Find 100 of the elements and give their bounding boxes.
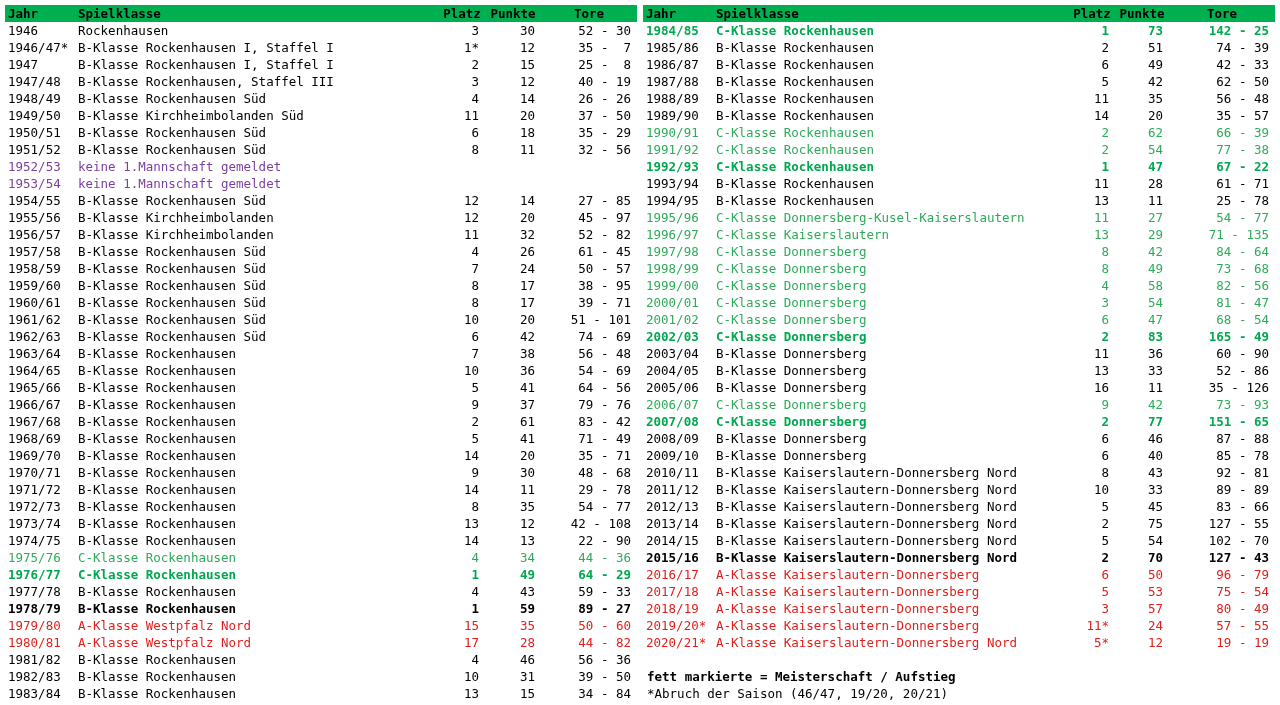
table-cell-text: 41 bbox=[518, 430, 536, 447]
table-cell-text: 62 - 50 bbox=[1215, 73, 1270, 90]
table-cell-text: 2018/19 bbox=[645, 600, 700, 617]
table-cell-text: 151 - 65 bbox=[1207, 413, 1270, 430]
table-cell-text: 56 - 48 bbox=[1215, 90, 1270, 107]
table-cell-text: 1978/79 bbox=[7, 600, 62, 617]
table-cell-text: 34 bbox=[518, 549, 536, 566]
table-cell-text: 3 bbox=[470, 73, 480, 90]
table-cell-text: 6 bbox=[1100, 447, 1110, 464]
column-header: Punkte bbox=[1118, 5, 1166, 22]
table-cell-text: 12 bbox=[462, 209, 480, 226]
table-cell-text: 3 bbox=[1100, 294, 1110, 311]
table-cell-text: B-Klasse Donnersberg bbox=[715, 447, 868, 464]
table-cell-text: 35 bbox=[518, 498, 536, 515]
table-cell-text: 1946/47* bbox=[7, 39, 70, 56]
table-cell-text: 42 - 33 bbox=[1215, 56, 1270, 73]
table-cell-text: 42 bbox=[1146, 396, 1164, 413]
table-cell-text: 2006/07 bbox=[645, 396, 700, 413]
table-cell-text: 11 bbox=[462, 107, 480, 124]
table-cell-text: 85 - 78 bbox=[1215, 447, 1270, 464]
table-cell-text: 46 bbox=[518, 651, 536, 668]
table-cell-text: 34 - 84 bbox=[577, 685, 632, 702]
table-cell-text: B-Klasse Rockenhausen I, Staffel I bbox=[77, 56, 335, 73]
table-cell-text: B-Klasse Rockenhausen bbox=[715, 90, 876, 107]
table-cell-text: 1 bbox=[470, 566, 480, 583]
table-cell-text: 1992/93 bbox=[645, 158, 700, 175]
table-cell-text: 46 bbox=[1146, 430, 1164, 447]
table-cell-text: 1950/51 bbox=[7, 124, 62, 141]
table-cell-text: 68 - 54 bbox=[1215, 311, 1270, 328]
table-cell-text: 20 bbox=[518, 107, 536, 124]
table-cell-text: A-Klasse Kaiserslautern-Donnersberg bbox=[715, 566, 981, 583]
table-cell-text: B-Klasse Kaiserslautern-Donnersberg Nord bbox=[715, 532, 1019, 549]
table-cell-text: 43 bbox=[1146, 464, 1164, 481]
table-cell-text: 1985/86 bbox=[645, 39, 700, 56]
table-cell-text: 1962/63 bbox=[7, 328, 62, 345]
table-cell-text: 12 bbox=[1146, 634, 1164, 651]
table-cell-text: 1990/91 bbox=[645, 124, 700, 141]
table-cell-text: 73 - 68 bbox=[1215, 260, 1270, 277]
table-cell-text: 71 - 49 bbox=[577, 430, 632, 447]
table-cell-text: B-Klasse Rockenhausen bbox=[77, 685, 238, 702]
table-cell-text: 1980/81 bbox=[7, 634, 62, 651]
table-cell-text: B-Klasse Rockenhausen Süd bbox=[77, 90, 268, 107]
table-cell-text: 1947 bbox=[7, 56, 40, 73]
table-cell-text: C-Klasse Kaiserslautern bbox=[715, 226, 891, 243]
table-cell-text: 25 - 8 bbox=[577, 56, 632, 73]
table-cell-text: 73 bbox=[1146, 22, 1164, 39]
table-cell-text: 16 bbox=[1092, 379, 1110, 396]
table-cell-text: 5 bbox=[1100, 532, 1110, 549]
table-cell-text: 14 bbox=[462, 447, 480, 464]
column-header: Tore bbox=[572, 5, 606, 22]
table-cell-text: 2012/13 bbox=[645, 498, 700, 515]
table-cell-text: 12 bbox=[518, 515, 536, 532]
table-cell-text: 1991/92 bbox=[645, 141, 700, 158]
table-cell-text: 30 bbox=[518, 464, 536, 481]
table-cell-text: 83 - 42 bbox=[577, 413, 632, 430]
table-cell-text: 4 bbox=[470, 583, 480, 600]
table-cell-text: 2000/01 bbox=[645, 294, 700, 311]
table-cell-text: 11 bbox=[518, 481, 536, 498]
table-cell-text: 1965/66 bbox=[7, 379, 62, 396]
table-cell-text: 1960/61 bbox=[7, 294, 62, 311]
table-cell-text: B-Klasse Rockenhausen bbox=[715, 192, 876, 209]
table-cell-text: B-Klasse Rockenhausen bbox=[715, 107, 876, 124]
table-cell-text: 13 bbox=[518, 532, 536, 549]
table-cell-text: B-Klasse Rockenhausen bbox=[77, 464, 238, 481]
table-cell-text: A-Klasse Kaiserslautern-Donnersberg bbox=[715, 617, 981, 634]
table-cell-text: 1951/52 bbox=[7, 141, 62, 158]
table-cell-text: 2 bbox=[1100, 413, 1110, 430]
table-cell-text: 2005/06 bbox=[645, 379, 700, 396]
table-cell-text: 37 bbox=[518, 396, 536, 413]
table-cell-text: C-Klasse Donnersberg-Kusel-Kaiserslautern bbox=[715, 209, 1026, 226]
table-cell-text: 7 bbox=[470, 260, 480, 277]
table-cell-text: B-Klasse Rockenhausen I, Staffel I bbox=[77, 39, 335, 56]
table-cell-text: keine 1.Mannschaft gemeldet bbox=[77, 175, 283, 192]
table-cell-text: 64 - 29 bbox=[577, 566, 632, 583]
table-cell-text: 83 bbox=[1146, 328, 1164, 345]
table-cell-text: 142 - 25 bbox=[1207, 22, 1270, 39]
table-cell-text: B-Klasse Kirchheimbolanden Süd bbox=[77, 107, 305, 124]
table-cell-text: 4 bbox=[470, 549, 480, 566]
table-cell-text: 14 bbox=[1092, 107, 1110, 124]
table-cell-text: A-Klasse Westpfalz Nord bbox=[77, 617, 253, 634]
table-cell-text: 37 - 50 bbox=[577, 107, 632, 124]
table-cell-text: 24 bbox=[1146, 617, 1164, 634]
table-cell-text: C-Klasse Donnersberg bbox=[715, 243, 868, 260]
legend-note: *Abruch der Saison (46/47, 19/20, 20/21) bbox=[647, 685, 950, 702]
table-cell-text: 27 bbox=[1146, 209, 1164, 226]
table-cell-text: 2013/14 bbox=[645, 515, 700, 532]
table-cell-text: 54 bbox=[1146, 532, 1164, 549]
table-cell-text: 61 - 45 bbox=[577, 243, 632, 260]
table-cell-text: 4 bbox=[470, 90, 480, 107]
table-cell-text: 1959/60 bbox=[7, 277, 62, 294]
table-cell-text: 35 bbox=[1146, 90, 1164, 107]
table-cell-text: 8 bbox=[470, 141, 480, 158]
table-cell-text: 1984/85 bbox=[645, 22, 700, 39]
table-cell-text: B-Klasse Rockenhausen bbox=[77, 515, 238, 532]
table-cell-text: 52 - 30 bbox=[577, 22, 632, 39]
table-cell-text: 52 - 82 bbox=[577, 226, 632, 243]
table-cell-text: 40 - 19 bbox=[577, 73, 632, 90]
table-cell-text: C-Klasse Donnersberg bbox=[715, 294, 868, 311]
table-cell-text: 14 bbox=[462, 481, 480, 498]
table-cell-text: B-Klasse Rockenhausen Süd bbox=[77, 260, 268, 277]
